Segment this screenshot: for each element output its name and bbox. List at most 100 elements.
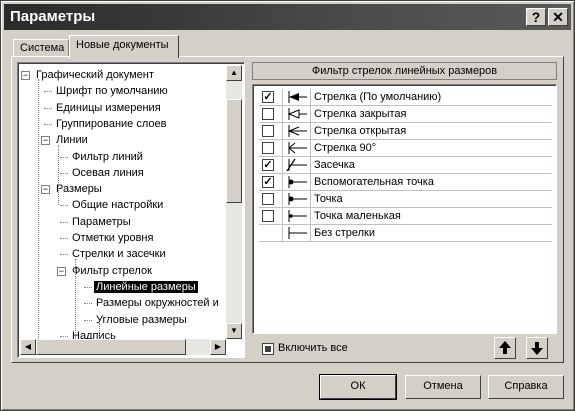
filter-checkbox[interactable]: ✓ xyxy=(262,176,274,188)
tree-vertical-scrollbar[interactable]: ▲ ▼ xyxy=(226,65,242,339)
tree-item[interactable]: − Фильтр стрелок xyxy=(57,263,154,279)
filter-row[interactable]: Точка маленькая xyxy=(259,208,552,225)
tree-connector xyxy=(84,319,92,321)
tab-new-documents[interactable]: Новые документы xyxy=(69,35,179,58)
filter-checkbox[interactable] xyxy=(262,125,274,137)
filter-list: ✓ Стрелка (По умолчанию) Стрелка закрытая С… xyxy=(252,84,557,334)
filter-row-label: Точка xyxy=(314,193,343,205)
tree-content: − Графический документ Шрифт по умолчанию Е… xyxy=(20,65,226,339)
help-button[interactable]: Справка xyxy=(488,375,564,399)
filter-row-label: Вспомогательная точка xyxy=(314,176,434,188)
scroll-thumb[interactable] xyxy=(226,99,242,203)
tree-item[interactable]: Стрелки и засечки xyxy=(60,246,168,262)
tree-item-label: Размеры xyxy=(56,183,102,196)
move-down-button[interactable] xyxy=(526,337,548,359)
tree-item[interactable]: Надпись xyxy=(60,328,118,339)
arrow-90-icon xyxy=(285,140,307,156)
arrow-down-icon xyxy=(531,342,543,355)
tree-item[interactable]: Группирование слоев xyxy=(44,116,168,132)
filter-row[interactable]: ✓ Вспомогательная точка xyxy=(259,174,552,191)
column-separator xyxy=(282,225,283,242)
column-separator xyxy=(282,174,283,191)
filter-checkbox[interactable]: ✓ xyxy=(262,159,274,171)
tree-horizontal-scrollbar[interactable]: ◀ ▶ xyxy=(20,339,226,355)
tree-connector xyxy=(60,335,68,337)
arrow-open-icon xyxy=(285,123,307,139)
settings-tree[interactable]: − Графический документ Шрифт по умолчанию Е… xyxy=(17,62,245,358)
none-icon xyxy=(285,225,307,241)
filter-row-label: Без стрелки xyxy=(314,227,375,239)
collapse-icon[interactable]: − xyxy=(57,266,66,276)
filter-row-label: Стрелка открытая xyxy=(314,125,407,137)
filter-row[interactable]: Стрелка закрытая xyxy=(259,106,552,123)
tree-item[interactable]: Шрифт по умолчанию xyxy=(44,83,170,99)
filter-checkbox[interactable]: ✓ xyxy=(262,91,274,103)
dot-aux-icon xyxy=(285,174,307,190)
tree-item-label: Стрелки и засечки xyxy=(72,248,166,261)
tree-item-label: Шрифт по умолчанию xyxy=(56,85,168,98)
tree-item[interactable]: − Графический документ xyxy=(21,67,156,83)
filter-checkbox[interactable] xyxy=(262,193,274,205)
column-separator xyxy=(310,157,311,174)
tab-panel: − Графический документ Шрифт по умолчанию Е… xyxy=(11,56,564,363)
enable-all-check[interactable] xyxy=(262,343,274,355)
tree-item-label: Единицы измерения xyxy=(56,101,161,114)
tree-item-label: Фильтр линий xyxy=(72,150,143,163)
tree-item-label: Размеры окружностей и xyxy=(96,297,219,310)
tree-connector xyxy=(60,205,68,207)
scroll-right-icon[interactable]: ▶ xyxy=(210,339,226,355)
tree-item[interactable]: Размеры окружностей и xyxy=(84,295,221,311)
filter-row[interactable]: Стрелка 90° xyxy=(259,140,552,157)
filter-checkbox[interactable] xyxy=(262,142,274,154)
close-button[interactable]: ✕ xyxy=(548,8,568,26)
tick-icon xyxy=(285,157,307,173)
tree-item[interactable]: Осевая линия xyxy=(60,165,146,181)
tree-item[interactable]: Линейные размеры xyxy=(84,279,198,295)
scroll-down-icon[interactable]: ▼ xyxy=(226,323,242,339)
tree-item[interactable]: Отметки уровня xyxy=(60,230,155,246)
tree-item[interactable]: Фильтр линий xyxy=(60,149,145,165)
collapse-icon[interactable]: − xyxy=(41,136,50,146)
ok-button[interactable]: ОК xyxy=(319,374,397,400)
filter-row-label: Стрелка 90° xyxy=(314,142,377,154)
parameters-dialog: Параметры ? ✕ Система Новые документы − Г… xyxy=(0,0,575,411)
scroll-up-icon[interactable]: ▲ xyxy=(226,65,242,81)
column-separator xyxy=(310,191,311,208)
filter-row[interactable]: ✓ Засечка xyxy=(259,157,552,174)
filter-row[interactable]: ✓ Стрелка (По умолчанию) xyxy=(259,89,552,106)
move-up-button[interactable] xyxy=(494,337,516,359)
filter-row[interactable]: Без стрелки xyxy=(259,225,552,242)
help-title-button[interactable]: ? xyxy=(526,8,546,26)
filter-row[interactable]: Стрелка открытая xyxy=(259,123,552,140)
tree-item[interactable]: Общие настройки xyxy=(60,197,165,213)
tree-item[interactable]: Единицы измерения xyxy=(44,100,163,116)
column-separator xyxy=(310,123,311,140)
tree-guide xyxy=(58,145,59,205)
cancel-button[interactable]: Отмена xyxy=(405,375,481,399)
tree-item-label: Угловые размеры xyxy=(96,313,187,326)
filter-row-label: Стрелка (По умолчанию) xyxy=(314,91,442,103)
filter-checkbox[interactable] xyxy=(262,210,274,222)
filter-checkbox[interactable] xyxy=(262,108,274,120)
column-separator xyxy=(310,89,311,106)
column-separator xyxy=(282,208,283,225)
tree-item[interactable]: − Линии xyxy=(41,132,90,148)
column-separator xyxy=(310,208,311,225)
dot-icon xyxy=(285,191,307,207)
collapse-icon[interactable]: − xyxy=(41,185,50,195)
tree-item-label: Графический документ xyxy=(36,69,154,81)
tab-system[interactable]: Система xyxy=(13,39,69,57)
tree-item-label: Отметки уровня xyxy=(72,232,154,244)
arrow-up-icon xyxy=(499,341,511,354)
tree-item-label: Надпись xyxy=(72,329,116,339)
tree-item[interactable]: Параметры xyxy=(60,214,133,230)
collapse-icon[interactable]: − xyxy=(21,71,30,80)
hscroll-thumb[interactable] xyxy=(36,339,186,355)
arrow-filled-icon xyxy=(285,89,307,105)
scroll-left-icon[interactable]: ◀ xyxy=(20,339,36,355)
title-bar[interactable]: Параметры ? ✕ xyxy=(4,4,571,30)
filter-row[interactable]: Точка xyxy=(259,191,552,208)
tree-item[interactable]: − Размеры xyxy=(41,181,104,197)
tree-item[interactable]: Угловые размеры xyxy=(84,312,189,328)
column-separator xyxy=(282,106,283,123)
